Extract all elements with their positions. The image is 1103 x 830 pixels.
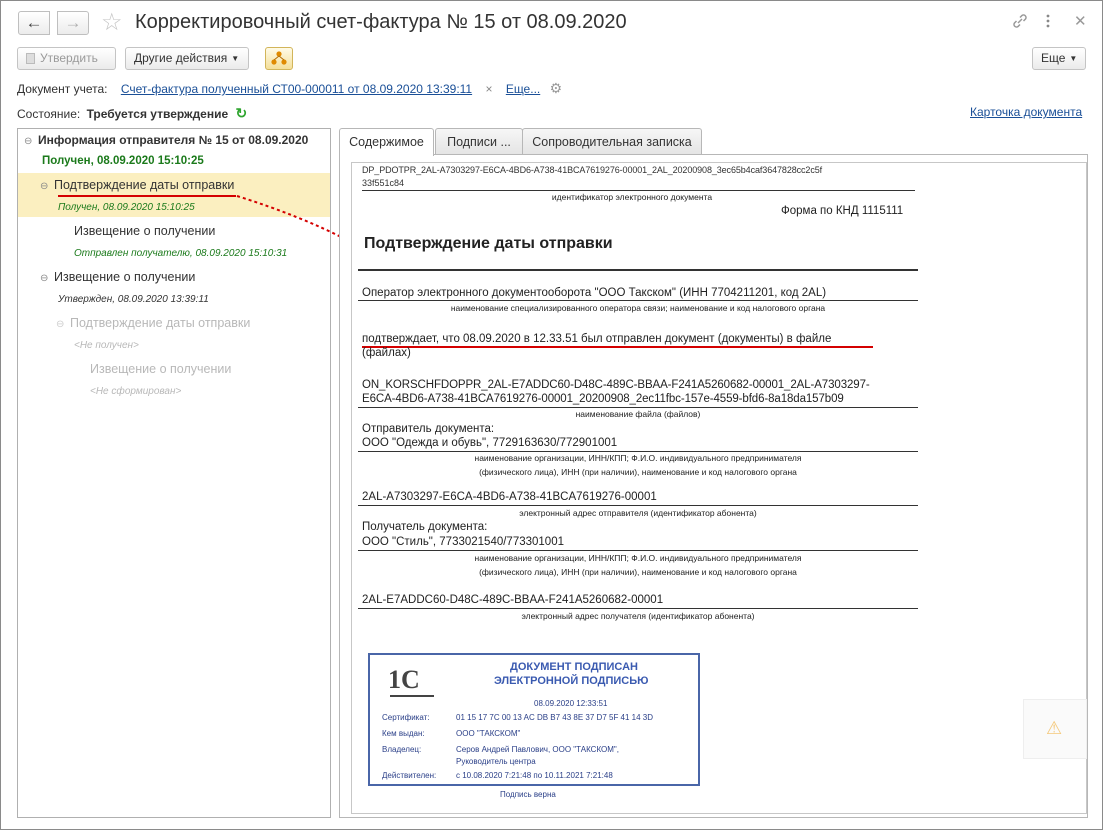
document-heading: Подтверждение даты отправки: [364, 235, 613, 252]
operator-line: Оператор электронного документооборота "…: [362, 287, 827, 299]
divider: [358, 407, 918, 408]
link-icon[interactable]: [1011, 12, 1029, 35]
warning-panel: ⚠: [1023, 699, 1087, 759]
divider: [362, 190, 915, 191]
clear-icon[interactable]: ×: [485, 82, 492, 96]
collapse-icon[interactable]: ⊖: [40, 181, 54, 192]
file-id-line1: DP_PDOTPR_2AL-A7303297-E6CA-4BD6-A738-41…: [362, 165, 823, 175]
filename-caption: наименование файла (файлов): [575, 409, 701, 419]
recipient-value: ООО "Стиль", 7733021540/773301001: [362, 536, 564, 548]
warning-icon: ⚠: [1046, 718, 1063, 738]
tree-node-sender-info-status: Получен, 08.09.2020 15:10:25: [42, 155, 204, 167]
more-button[interactable]: Еще ▼: [1032, 47, 1086, 70]
arrow-right-icon: →: [64, 13, 82, 32]
divider: [358, 505, 918, 506]
1c-logo: 1С: [388, 665, 420, 694]
owner-value2: Руководитель центра: [456, 757, 536, 766]
tree-node-receipt-notice-2-status: Утвержден, 08.09.2020 13:39:11: [58, 294, 209, 305]
stamp-title2: ЭЛЕКТРОННОЙ ПОДПИСЬЮ: [494, 675, 649, 687]
stamp-title1: ДОКУМЕНТ ПОДПИСАН: [510, 661, 638, 673]
sender-caption1: наименование организации, ИНН/КПП; Ф.И.О…: [474, 453, 802, 463]
tree-node-date-confirmation-2[interactable]: ⊖ Подтверждение даты отправки: [56, 316, 368, 330]
approve-doc-icon: [26, 53, 35, 65]
sender-value: ООО "Одежда и обувь", 7729163630/7729010…: [362, 437, 618, 449]
tab-content[interactable]: Содержимое: [339, 128, 434, 156]
form-code: Форма по КНД 1115111: [781, 205, 904, 217]
document-view: DP_PDOTPR_2AL-A7303297-E6CA-4BD6-A738-41…: [351, 162, 1087, 814]
divider: [358, 300, 918, 301]
cert-value: 01 15 17 7C 00 13 AC DB B7 43 8E 37 D7 5…: [456, 713, 654, 722]
approve-button[interactable]: Утвердить: [17, 47, 116, 70]
account-doc-label: Документ учета:: [17, 82, 108, 96]
valid-label: Действителен:: [382, 771, 437, 780]
red-underline: [58, 195, 236, 197]
signature-stamp: 1С ДОКУМЕНТ ПОДПИСАН ЭЛЕКТРОННОЙ ПОДПИСЬ…: [368, 653, 700, 786]
divider: [358, 451, 918, 452]
caret-down-icon: ▼: [1069, 54, 1078, 64]
status-value: Требуется утверждение: [86, 107, 229, 121]
issuer-value: ООО "ТАКСКОМ": [456, 729, 521, 738]
collapse-icon[interactable]: ⊖: [24, 136, 38, 147]
file-id-caption: идентификатор электронного документа: [551, 192, 713, 202]
collapse-icon[interactable]: ⊖: [56, 319, 70, 330]
other-actions-button[interactable]: Другие действия ▼: [125, 47, 249, 70]
confirm-line2: (файлах): [362, 347, 411, 359]
logo-underline: [390, 695, 434, 697]
divider: [358, 550, 918, 551]
status-label: Состояние:: [17, 107, 81, 121]
refresh-icon[interactable]: ↻: [236, 105, 248, 121]
arrow-left-icon: ←: [25, 13, 43, 32]
recipient-address: 2AL-E7ADDC60-D48C-489C-BBAA-F241A5260682…: [362, 594, 664, 606]
tree-node-date-confirmation[interactable]: ⊖ Подтверждение даты отправки: [40, 178, 352, 192]
file-id-line2: 33f551c84: [362, 178, 405, 188]
tab-signatures[interactable]: Подписи ...: [435, 128, 523, 155]
star-icon[interactable]: ☆: [101, 10, 123, 36]
owner-value1: Серов Андрей Павлович, ООО "ТАКСКОМ",: [456, 745, 619, 754]
sender-caption2: (физического лица), ИНН (при наличии), н…: [479, 467, 797, 477]
recipient-address-caption: электронный адрес получателя (идентифика…: [521, 611, 755, 621]
sender-address: 2AL-A7303297-E6CA-4BD6-A738-41BCA7619276…: [362, 491, 657, 503]
owner-label: Владелец:: [382, 745, 422, 754]
recipient-label: Получатель документа:: [362, 521, 488, 533]
hierarchy-icon: [271, 51, 287, 65]
document-card-link[interactable]: Карточка документа: [970, 105, 1082, 119]
recipient-caption2: (физического лица), ИНН (при наличии), н…: [479, 567, 797, 577]
divider: [358, 608, 918, 609]
tree-node-date-confirmation-status: Получен, 08.09.2020 15:10:25: [58, 202, 195, 213]
red-underline: [362, 346, 873, 348]
sender-label: Отправитель документа:: [362, 423, 495, 435]
issuer-label: Кем выдан:: [382, 729, 425, 738]
filename-line1: ON_KORSCHFDOPPR_2AL-E7ADDC60-D48C-489C-B…: [362, 379, 870, 391]
sender-address-caption: электронный адрес отправителя (идентифик…: [519, 508, 757, 518]
app-window: ← → ☆ Корректировочный счет-фактура № 15…: [0, 0, 1103, 830]
back-button[interactable]: ←: [18, 11, 50, 35]
cert-label: Сертификат:: [382, 713, 430, 722]
kebab-menu-icon[interactable]: [1045, 13, 1051, 34]
divider: [358, 269, 918, 271]
filename-line2: E6CA-4BD6-A738-41BCA7619276-00001_202009…: [362, 393, 844, 405]
tab-cover-note[interactable]: Сопроводительная записка: [522, 128, 702, 155]
signature-verified: Подпись верна: [500, 790, 556, 799]
exchange-tree: ⊖ Информация отправителя № 15 от 08.09.20…: [17, 128, 331, 818]
close-icon[interactable]: ✕: [1074, 12, 1087, 30]
tree-node-receipt-notice-2[interactable]: ⊖ Извещение о получении: [40, 270, 352, 284]
content-frame: DP_PDOTPR_2AL-A7303297-E6CA-4BD6-A738-41…: [339, 154, 1088, 818]
account-doc-more-link[interactable]: Еще...: [506, 82, 540, 96]
structure-button[interactable]: [265, 47, 293, 70]
stamp-date: 08.09.2020 12:33:51: [534, 699, 608, 708]
forward-button[interactable]: →: [57, 11, 89, 35]
valid-value: с 10.08.2020 7:21:48 по 10.11.2021 7:21:…: [456, 771, 613, 780]
recipient-caption1: наименование организации, ИНН/КПП; Ф.И.О…: [474, 553, 802, 563]
collapse-icon[interactable]: ⊖: [40, 273, 54, 284]
operator-caption: наименование специализированного операто…: [450, 303, 826, 313]
account-doc-link[interactable]: Счет-фактура полученный СТ00-000011 от 0…: [121, 82, 472, 96]
caret-down-icon: ▼: [231, 54, 240, 64]
confirm-line1: подтверждает, что 08.09.2020 в 12.33.51 …: [362, 333, 832, 345]
gear-icon[interactable]: ⚙: [550, 80, 563, 96]
status-row: Состояние: Требуется утверждение ↻: [17, 105, 247, 122]
tree-node-sender-info[interactable]: ⊖ Информация отправителя № 15 от 08.09.20…: [24, 133, 336, 147]
account-doc-row: Документ учета: Счет-фактура полученный …: [17, 80, 562, 97]
window-title: Корректировочный счет-фактура № 15 от 08…: [135, 11, 627, 33]
